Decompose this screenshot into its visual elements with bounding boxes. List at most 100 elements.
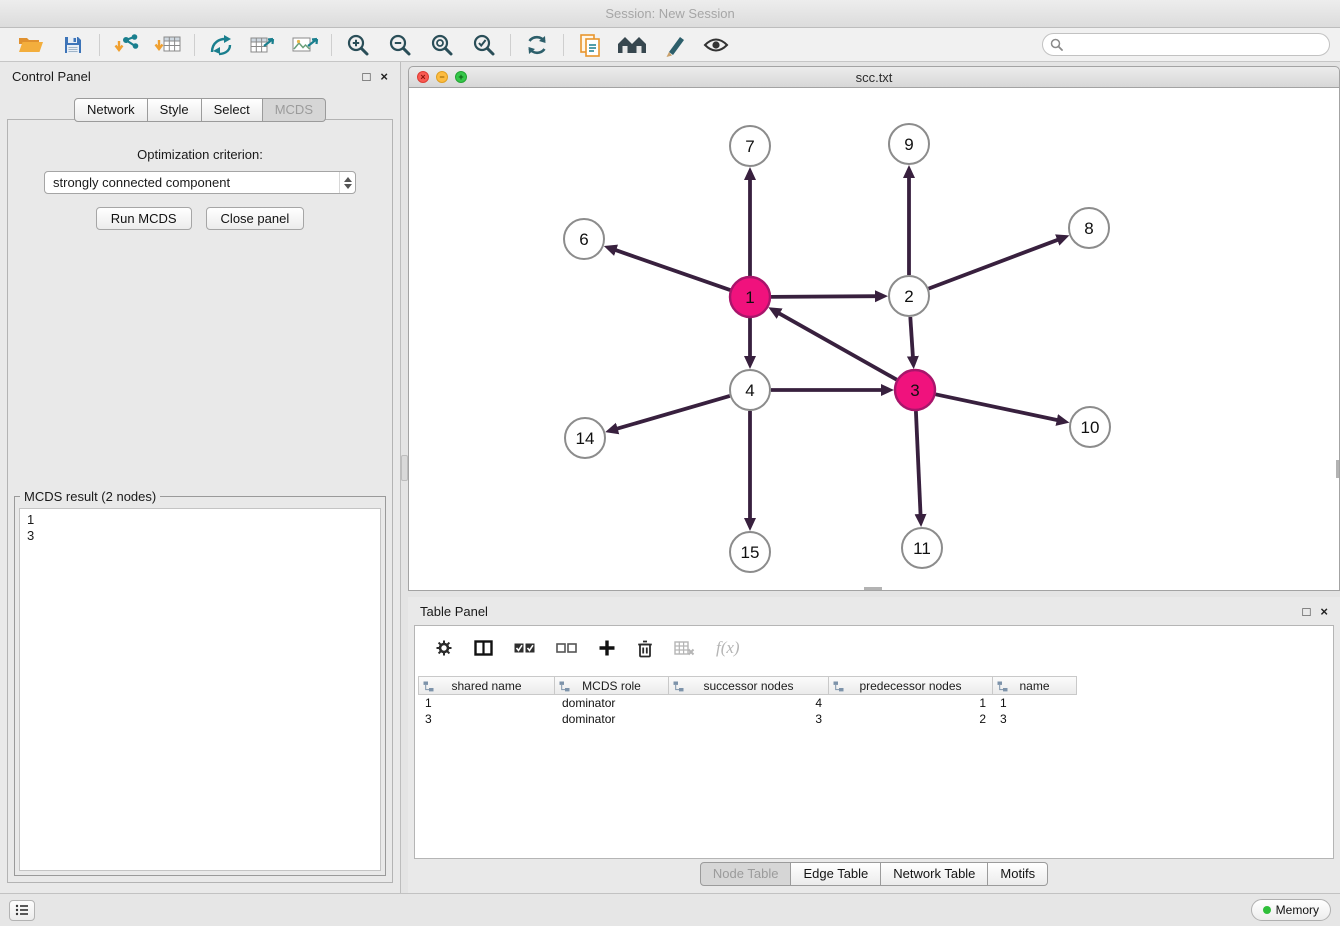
cell-shared-name[interactable]: 1 — [418, 695, 555, 711]
toolbar-separator — [99, 34, 100, 56]
horizontal-scrollbar-thumb[interactable] — [864, 587, 882, 590]
network-window-titlebar[interactable]: × − + scc.txt — [408, 66, 1340, 88]
table-tab-network-table[interactable]: Network Table — [881, 862, 988, 886]
control-tab-select[interactable]: Select — [202, 98, 263, 122]
column-header-shared-name[interactable]: shared name — [418, 676, 555, 695]
close-panel-button[interactable]: Close panel — [206, 207, 305, 230]
cell-name[interactable]: 3 — [993, 711, 1077, 727]
control-tab-style[interactable]: Style — [148, 98, 202, 122]
zoom-selected-button[interactable] — [463, 30, 505, 60]
minimize-window-button[interactable]: − — [436, 71, 448, 83]
search-box[interactable] — [1042, 33, 1330, 56]
mcds-result-item[interactable]: 1 — [27, 512, 373, 528]
columns-icon — [474, 640, 493, 656]
cell-shared-name[interactable]: 3 — [418, 711, 555, 727]
export-table-button[interactable] — [242, 30, 284, 60]
maximize-window-button[interactable]: + — [455, 71, 467, 83]
graph-edge-3-10[interactable] — [936, 394, 1059, 420]
deselect-all-rows-button[interactable] — [556, 642, 577, 654]
refresh-icon — [524, 32, 550, 58]
graph-node-9[interactable]: 9 — [889, 124, 929, 164]
run-mcds-button[interactable]: Run MCDS — [96, 207, 192, 230]
table-tab-motifs[interactable]: Motifs — [988, 862, 1048, 886]
graph-edge-3-11[interactable] — [916, 411, 921, 516]
column-type-icon — [833, 681, 844, 692]
optimization-criterion-dropdown[interactable]: strongly connected component — [44, 171, 356, 194]
search-input[interactable] — [1068, 38, 1322, 52]
memory-label: Memory — [1276, 903, 1319, 917]
cell-successor-nodes[interactable]: 4 — [669, 695, 829, 711]
cell-predecessor-nodes[interactable]: 1 — [829, 695, 993, 711]
graph-node-11[interactable]: 11 — [902, 528, 942, 568]
import-network-icon — [112, 33, 140, 57]
visibility-button[interactable] — [695, 30, 737, 60]
graph-node-10[interactable]: 10 — [1070, 407, 1110, 447]
column-header-successor-nodes[interactable]: successor nodes — [669, 676, 829, 695]
column-header-mcds-role[interactable]: MCDS role — [555, 676, 669, 695]
network-tools-button[interactable] — [200, 30, 242, 60]
table-tab-edge-table[interactable]: Edge Table — [791, 862, 881, 886]
table-tab-node-table[interactable]: Node Table — [700, 862, 792, 886]
table-row[interactable]: 3dominator323 — [418, 711, 1330, 727]
graph-node-1[interactable]: 1 — [730, 277, 770, 317]
table-panel-title: Table Panel — [420, 604, 488, 619]
graph-node-14[interactable]: 14 — [565, 418, 605, 458]
share-arrows-icon — [208, 33, 234, 57]
graph-edge-1-6[interactable] — [614, 250, 730, 291]
graph-node-7[interactable]: 7 — [730, 126, 770, 166]
cell-mcds-role[interactable]: dominator — [555, 711, 669, 727]
zoom-in-button[interactable] — [337, 30, 379, 60]
table-row[interactable]: 1dominator411 — [418, 695, 1330, 711]
show-columns-button[interactable] — [474, 640, 493, 656]
import-network-button[interactable] — [105, 30, 147, 60]
close-window-button[interactable]: × — [417, 71, 429, 83]
apply-layout-button[interactable] — [516, 30, 558, 60]
close-panel-icon[interactable]: × — [380, 70, 388, 83]
open-session-button[interactable] — [10, 30, 52, 60]
import-table-button[interactable] — [147, 30, 189, 60]
memory-button[interactable]: Memory — [1251, 899, 1331, 921]
zoom-fit-button[interactable] — [421, 30, 463, 60]
column-header-label: MCDS role — [582, 679, 641, 693]
cell-name[interactable]: 1 — [993, 695, 1077, 711]
cell-predecessor-nodes[interactable]: 2 — [829, 711, 993, 727]
graph-node-2[interactable]: 2 — [889, 276, 929, 316]
table-settings-button[interactable] — [435, 639, 453, 657]
function-builder-button[interactable]: f(x) — [716, 638, 740, 658]
float-panel-icon[interactable]: □ — [1303, 605, 1311, 618]
graph-node-8[interactable]: 8 — [1069, 208, 1109, 248]
style-button[interactable] — [653, 30, 695, 60]
graph-node-4[interactable]: 4 — [730, 370, 770, 410]
clone-network-button[interactable] — [569, 30, 611, 60]
graph-edge-4-14[interactable] — [616, 396, 730, 429]
mcds-result-item[interactable]: 3 — [27, 528, 373, 544]
graph-edge-2-3[interactable] — [910, 317, 913, 358]
control-tab-mcds[interactable]: MCDS — [263, 98, 326, 122]
graph-edge-2-8[interactable] — [929, 239, 1060, 288]
delete-table-button[interactable] — [674, 640, 695, 656]
network-graph[interactable]: 7 9 6 8 1 2 4 3 14 10 15 11 — [409, 88, 1339, 590]
home-view-button[interactable] — [611, 30, 653, 60]
save-session-button[interactable] — [52, 30, 94, 60]
zoom-out-button[interactable] — [379, 30, 421, 60]
graph-edge-3-1[interactable] — [778, 313, 897, 380]
cell-successor-nodes[interactable]: 3 — [669, 711, 829, 727]
task-history-button[interactable] — [9, 900, 35, 921]
export-image-button[interactable] — [284, 30, 326, 60]
graph-node-3[interactable]: 3 — [895, 370, 935, 410]
delete-column-button[interactable] — [637, 639, 653, 658]
graph-edge-1-2[interactable] — [771, 296, 877, 297]
cell-mcds-role[interactable]: dominator — [555, 695, 669, 711]
panel-splitter-handle[interactable] — [401, 455, 408, 481]
graph-node-15[interactable]: 15 — [730, 532, 770, 572]
select-all-rows-button[interactable] — [514, 642, 535, 654]
float-panel-icon[interactable]: □ — [363, 70, 371, 83]
graph-node-6[interactable]: 6 — [564, 219, 604, 259]
close-panel-icon[interactable]: × — [1320, 605, 1328, 618]
vertical-scrollbar-thumb[interactable] — [1336, 460, 1339, 478]
add-column-button[interactable] — [598, 639, 616, 657]
network-canvas[interactable]: 7 9 6 8 1 2 4 3 14 10 15 11 — [408, 88, 1340, 591]
control-tab-network[interactable]: Network — [74, 98, 148, 122]
column-header-predecessor-nodes[interactable]: predecessor nodes — [829, 676, 993, 695]
column-header-name[interactable]: name — [993, 676, 1077, 695]
